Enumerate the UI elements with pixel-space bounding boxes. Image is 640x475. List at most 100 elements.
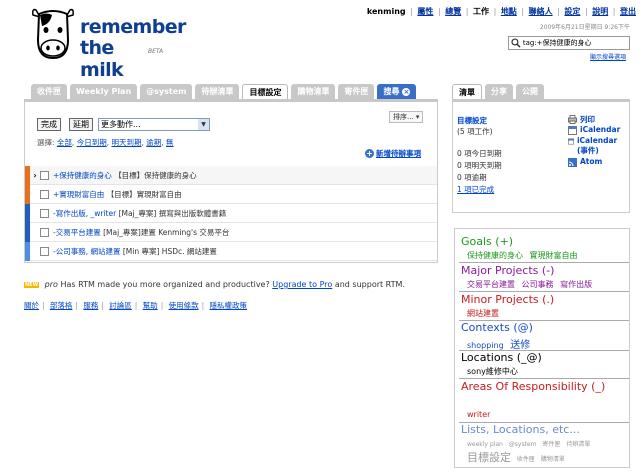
task-checkbox[interactable]: [40, 246, 49, 256]
nav-link-locations[interactable]: 地點: [501, 7, 517, 16]
calendar-icon: [568, 126, 577, 135]
task-checkbox[interactable]: [40, 170, 49, 180]
task-checkbox[interactable]: [40, 227, 49, 237]
tab-public[interactable]: 公開: [516, 84, 544, 99]
select-due-today-link[interactable]: 今日到期: [77, 138, 107, 147]
tag-link[interactable]: weekly plan: [467, 441, 503, 448]
tag-link[interactable]: 保持健康的身心: [467, 251, 523, 260]
footer-separator: |: [160, 301, 164, 310]
tag-link[interactable]: 網站建置: [467, 309, 499, 318]
select-overdue-link[interactable]: 逾期: [146, 138, 161, 147]
footer-link-services[interactable]: 服務: [83, 301, 98, 310]
select-due-tomorrow-link[interactable]: 明天到期: [111, 138, 141, 147]
task-row[interactable]: › +保持健康的身心 【目標】保持健康的身心: [25, 165, 437, 185]
top-nav: kenming | 屬性 | 總覽 | 工作 | 地點 | 聯絡人 | 設定 |…: [367, 6, 636, 17]
complete-button[interactable]: 完成: [37, 118, 61, 131]
sort-dropdown[interactable]: 排序... ▾: [389, 111, 424, 123]
tag-link[interactable]: sony維修中心: [467, 367, 518, 376]
tab-shopping[interactable]: 購物清單: [291, 84, 336, 99]
tag-link[interactable]: shopping: [467, 341, 504, 350]
print-link[interactable]: 列印: [568, 114, 595, 125]
tab-sent[interactable]: 寄件匣: [338, 84, 375, 99]
tag-link[interactable]: writer: [467, 410, 490, 419]
task-tag[interactable]: -公司事務, 網站建置: [53, 247, 120, 256]
task-tag[interactable]: -交易平台建置: [53, 228, 101, 237]
footer-link-terms[interactable]: 使用條款: [169, 301, 199, 310]
select-none-link[interactable]: 無: [166, 138, 174, 147]
atom-link[interactable]: Atom: [568, 157, 602, 167]
icalendar-link[interactable]: iCalendar: [568, 125, 620, 135]
sort-label: 排序...: [393, 113, 414, 121]
tab-share[interactable]: 分享: [485, 84, 513, 99]
tab-inbox[interactable]: 收件匣: [31, 84, 67, 99]
tab-system[interactable]: @system: [140, 84, 193, 99]
footer-link-help[interactable]: 幫助: [143, 301, 158, 310]
task-checkbox[interactable]: [40, 208, 49, 218]
tag-link[interactable]: 交易平台建置: [467, 280, 515, 289]
footer-link-blog[interactable]: 部落格: [50, 301, 73, 310]
task-tag[interactable]: -寫作出版, _writer: [53, 209, 116, 218]
priority-bar: [25, 184, 30, 204]
more-actions-label: 更多動作...: [101, 120, 141, 129]
search-box[interactable]: [508, 36, 630, 50]
nav-link-tasks[interactable]: 工作: [473, 7, 489, 16]
nav-link-logout[interactable]: 登出: [620, 7, 636, 16]
task-checkbox[interactable]: [40, 189, 49, 199]
tag-link[interactable]: 目標設定: [467, 451, 511, 464]
tab-list[interactable]: 清單: [452, 84, 482, 100]
list-detail-panel: 目標設定 (5 項工作) 0 項今日到期 0 項明天到期 0 項逾期 1 項已完…: [452, 99, 630, 213]
footer-link-about[interactable]: 關於: [24, 301, 39, 310]
tab-todo[interactable]: 待辦清單: [195, 84, 240, 99]
tab-goals[interactable]: 目標設定: [242, 84, 289, 100]
nav-link-help[interactable]: 說明: [592, 7, 608, 16]
nav-separator: |: [612, 7, 616, 16]
tag-link[interactable]: 購物清單: [541, 456, 565, 463]
add-task-label[interactable]: 新增待辦事項: [376, 149, 421, 158]
close-icon[interactable]: ×: [402, 87, 411, 96]
nav-separator: |: [557, 7, 560, 16]
task-tag[interactable]: +實現財富自由: [53, 190, 104, 199]
task-tag[interactable]: +保持健康的身心: [53, 171, 112, 180]
tag-link[interactable]: 寄件匣: [542, 441, 560, 448]
task-text: [Maj_專案] 撰寫與出版軟體書籍: [118, 208, 227, 218]
tag-link[interactable]: 寫作出版: [560, 280, 592, 289]
nav-link-overview[interactable]: 總覽: [445, 7, 461, 16]
tag-link[interactable]: 實現財富自由: [530, 251, 578, 260]
selected-arrow-icon: ›: [33, 170, 37, 180]
task-name[interactable]: -寫作出版, _writer [Maj_專案] 撰寫與出版軟體書籍: [53, 208, 226, 219]
search-input[interactable]: [522, 39, 629, 47]
task-name[interactable]: +保持健康的身心 【目標】保持健康的身心: [53, 170, 197, 181]
tag-link[interactable]: 公司事務: [522, 280, 554, 289]
stat-completed-link[interactable]: 1 項已完成: [457, 184, 494, 195]
footer-link-forum[interactable]: 討論區: [109, 301, 132, 310]
tag-link[interactable]: 待辦清單: [566, 441, 590, 448]
tag-link[interactable]: 收件匣: [517, 456, 535, 463]
task-row[interactable]: -交易平台建置 [Maj_專案]建置 Kenming's 交易平台: [25, 222, 437, 242]
stat-due-today: 0 項今日到期: [457, 149, 502, 158]
task-row[interactable]: -寫作出版, _writer [Maj_專案] 撰寫與出版軟體書籍: [25, 203, 437, 223]
nav-link-settings[interactable]: 設定: [564, 7, 580, 16]
tab-search[interactable]: 搜尋 ×: [377, 84, 417, 99]
task-name[interactable]: +實現財富自由 【目標】實現財富自由: [53, 189, 182, 200]
more-actions-select[interactable]: 更多動作... ▼: [98, 118, 210, 131]
task-row[interactable]: -公司事務, 網站建置 [Min 專案] HSDc. 網站建置: [25, 241, 437, 261]
add-task-link[interactable]: + 新增待辦事項: [365, 148, 421, 159]
tag-link[interactable]: @system: [509, 441, 537, 448]
tab-weekly-plan[interactable]: Weekly Plan: [70, 84, 138, 99]
icalendar-events-link[interactable]: iCalendar (事件): [568, 136, 620, 156]
footer-link-privacy[interactable]: 隱私權政策: [210, 301, 248, 310]
task-name[interactable]: -交易平台建置 [Maj_專案]建置 Kenming's 交易平台: [53, 227, 229, 238]
plus-icon: +: [365, 149, 374, 158]
task-row[interactable]: +實現財富自由 【目標】實現財富自由: [25, 184, 437, 204]
select-all-link[interactable]: 全部: [57, 138, 72, 147]
task-name[interactable]: -公司事務, 網站建置 [Min 專案] HSDc. 網站建置: [53, 246, 217, 257]
postpone-button[interactable]: 延期: [69, 118, 93, 131]
nav-separator: |: [584, 7, 588, 16]
search-options-link[interactable]: 顯示搜尋選項: [590, 52, 626, 61]
nav-separator: |: [410, 7, 413, 16]
chevron-down-icon: ▾: [415, 113, 420, 121]
upgrade-link[interactable]: Upgrade to Pro: [272, 280, 332, 289]
nav-link-attributes[interactable]: 屬性: [417, 7, 433, 16]
nav-link-contacts[interactable]: 聯絡人: [529, 7, 553, 16]
rtm-logo[interactable]: remember the milk BETA: [30, 6, 186, 81]
